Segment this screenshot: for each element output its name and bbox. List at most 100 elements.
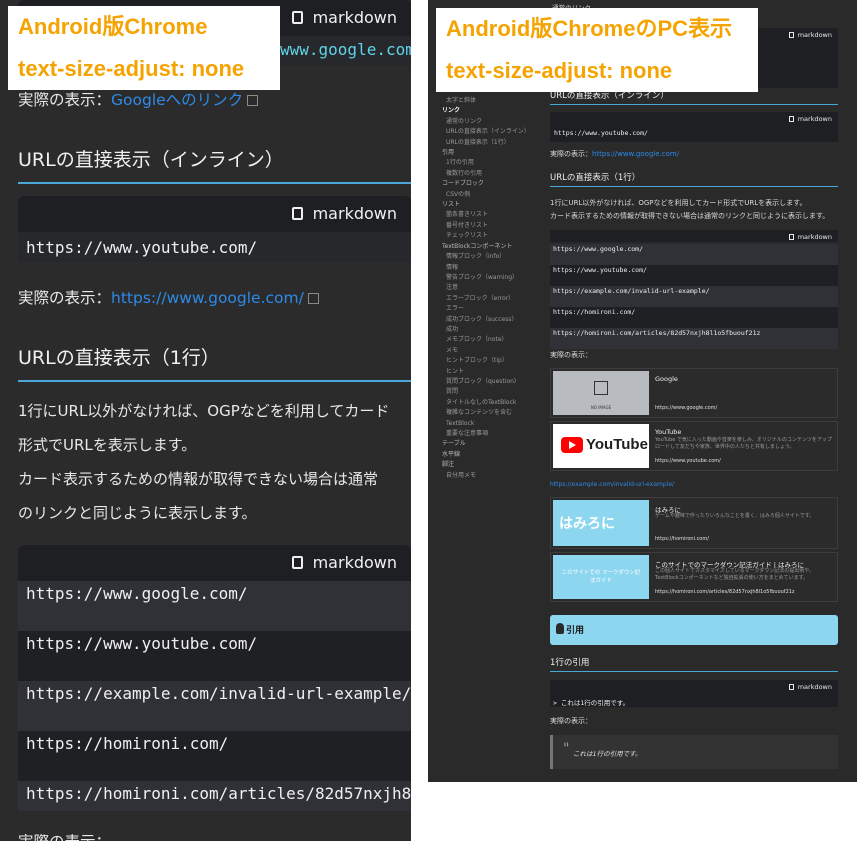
toc-item[interactable]: 通常のリンク <box>442 117 542 127</box>
toc-item[interactable]: 引用 <box>442 148 542 158</box>
code-line: https://www.google.com/ <box>18 581 411 631</box>
toc-item[interactable]: 脚注 <box>442 460 542 470</box>
toc-item[interactable]: メモ <box>442 346 542 356</box>
code-line: https://www.youtube.com/ <box>550 265 838 286</box>
youtube-logo-icon <box>561 437 583 453</box>
code-line: https://example.com/invalid-url-example/ <box>18 681 411 731</box>
copy-icon[interactable] <box>788 234 794 240</box>
toc-item[interactable]: CSVの例 <box>442 190 542 200</box>
top-code-lang[interactable]: markdown <box>291 0 397 36</box>
no-image-icon <box>594 381 608 395</box>
code-line: https://homironi.com/articles/82d57nxjh8… <box>550 328 838 349</box>
left-phone-view: Android版Chrome text-size-adjust: none ma… <box>0 0 411 841</box>
r-invalid-link: https://example.com/invalid-url-example/ <box>550 481 675 488</box>
google-link[interactable]: Googleへのリンク <box>111 91 243 109</box>
r-inline-actual-link[interactable]: https://www.google.com/ <box>592 150 679 158</box>
toc-item[interactable]: メモブロック（note） <box>442 335 542 345</box>
toc-item[interactable]: 情報ブロック（info） <box>442 252 542 262</box>
toc-item[interactable]: URLの直接表示（インライン） <box>442 127 542 137</box>
toc-item[interactable]: TextBlockコンポーネント <box>442 242 542 252</box>
toc-item[interactable]: 水平線 <box>442 450 542 460</box>
toc-item[interactable]: 質問 <box>442 387 542 397</box>
code-line: https://www.google.com/ <box>550 244 838 265</box>
r-quote-code: markdown > これは1行の引用です。 <box>550 680 838 707</box>
section-icon <box>556 623 564 634</box>
toc-item[interactable]: 情報 <box>442 263 542 273</box>
card-thumb-guide: このサイトでの マークダウン記法ガイド <box>553 555 649 599</box>
inline-code-lang[interactable]: markdown <box>291 196 397 232</box>
toc-item[interactable]: 複数行の引用 <box>442 169 542 179</box>
right-caption-label: Android版ChromeのPC表示 text-size-adjust: no… <box>436 8 758 92</box>
inline-actual-link[interactable]: https://www.google.com/ <box>111 289 304 307</box>
toc-item[interactable]: TextBlock <box>442 419 542 429</box>
copy-icon[interactable] <box>788 32 794 38</box>
toc-item[interactable]: コードブロック <box>442 179 542 189</box>
code-line: https://www.youtube.com/ <box>18 631 411 681</box>
blockquote: " これは1行の引用です。 <box>550 735 838 769</box>
r-inline-code-lang[interactable]: markdown <box>788 115 832 123</box>
left-caption-label: Android版Chrome text-size-adjust: none <box>8 6 280 90</box>
inline-actual-display: 実際の表示：https://www.google.com/ <box>18 286 319 308</box>
r-code2-lang[interactable]: markdown <box>788 233 832 241</box>
card-thumb-youtube: YouTube <box>553 424 649 468</box>
toc-item[interactable]: 自分用メモ <box>442 471 542 481</box>
oneline-paragraph: 1行にURL以外がなければ、OGPなどを利用してカード 形式でURLを表示します… <box>18 402 390 522</box>
r-quote-code-lang[interactable]: markdown <box>788 683 832 691</box>
link-card-homironi[interactable]: はみろに はみろに ゲームや趣味で作ったりいろんなことを書く、はみろ個人サイトで… <box>550 497 838 549</box>
r-para-1: 1行にURL以外がなければ、OGPなどを利用してカード形式でURLを表示します。 <box>550 199 807 207</box>
card-thumb-no-image: NO IMAGE <box>553 371 649 415</box>
toc-item[interactable]: ヒントブロック（tip） <box>442 356 542 366</box>
code2-header: markdown <box>18 545 411 581</box>
toc-item[interactable]: チェックリスト <box>442 231 542 241</box>
toc-item[interactable]: 成功ブロック（success） <box>442 315 542 325</box>
toc-item[interactable]: 重要な注意事項 <box>442 429 542 439</box>
top-code-lang[interactable]: markdown <box>788 31 832 39</box>
toc-item[interactable]: 複雑なコンテンツを含む <box>442 408 542 418</box>
copy-icon[interactable] <box>291 556 303 569</box>
left-caption-line2: text-size-adjust: none <box>18 56 245 81</box>
code-line: https://example.com/invalid-url-example/ <box>550 286 838 307</box>
toc-item[interactable]: 太字と斜体 <box>442 96 542 106</box>
toc-item[interactable]: エラーブロック（error） <box>442 294 542 304</box>
inline-code-line: https://www.youtube.com/ <box>26 238 258 257</box>
toc-item[interactable]: 警告ブロック（warning） <box>442 273 542 283</box>
r-inline-code-line: https://www.youtube.com/ <box>554 129 648 137</box>
toc-item[interactable]: URLの直接表示（1行） <box>442 138 542 148</box>
link-card-youtube[interactable]: YouTube YouTube YouTube で気に入った動画や音楽を楽しみ、… <box>550 421 838 471</box>
bottom-actual-label: 実際の表示： <box>18 830 111 841</box>
external-link-icon <box>247 95 259 106</box>
toc-item[interactable]: リンク <box>442 106 542 116</box>
external-link-icon <box>307 293 319 304</box>
r-para-2: カード表示するための情報が取得できない場合は通常のリンクと同じように表示します。 <box>550 212 830 220</box>
top-actual-display: 実際の表示：Googleへのリンク <box>18 88 259 110</box>
code2-lang[interactable]: markdown <box>291 545 397 581</box>
toc-item[interactable]: タイトルなしのTextBlock <box>442 398 542 408</box>
copy-icon[interactable] <box>291 11 303 24</box>
heading-inline: URLの直接表示（インライン） <box>18 145 411 184</box>
right-pc-view: Android版ChromeのPC表示 text-size-adjust: no… <box>428 0 857 782</box>
code2-body: https://www.google.com/ https://www.yout… <box>18 581 411 811</box>
r-actual-label3: 実際の表示： <box>550 717 592 725</box>
r-heading-quote: 1行の引用 <box>550 656 838 672</box>
toc-item[interactable]: テーブル <box>442 439 542 449</box>
toc-item[interactable]: 箇条書きリスト <box>442 210 542 220</box>
toc-item[interactable]: 注意 <box>442 283 542 293</box>
r-heading-oneline: URLの直接表示（1行） <box>550 171 838 187</box>
copy-icon[interactable] <box>788 116 794 122</box>
link-card-google[interactable]: NO IMAGE Google https://www.google.com/ <box>550 368 838 418</box>
toc-item[interactable]: ヒント <box>442 367 542 377</box>
top-code-tail: www.google.com <box>280 40 411 59</box>
toc-item[interactable]: 成功 <box>442 325 542 335</box>
heading-oneline: URLの直接表示（1行） <box>18 343 411 382</box>
toc-item[interactable]: 質問ブロック（question） <box>442 377 542 387</box>
toc-item[interactable]: 番号付きリスト <box>442 221 542 231</box>
copy-icon[interactable] <box>788 684 794 690</box>
code-line: https://homironi.com/articles/82d57nxjh8… <box>18 781 411 811</box>
r-actual-label2: 実際の表示： <box>550 351 592 359</box>
copy-icon[interactable] <box>291 207 303 220</box>
toc-item[interactable]: 1行の引用 <box>442 158 542 168</box>
inline-code-body: https://www.youtube.com/ <box>18 232 411 262</box>
toc-item[interactable]: リスト <box>442 200 542 210</box>
link-card-markdown-guide[interactable]: このサイトでの マークダウン記法ガイド このサイトでのマークダウン記法ガイド |… <box>550 552 838 602</box>
toc-item[interactable]: エラー <box>442 304 542 314</box>
